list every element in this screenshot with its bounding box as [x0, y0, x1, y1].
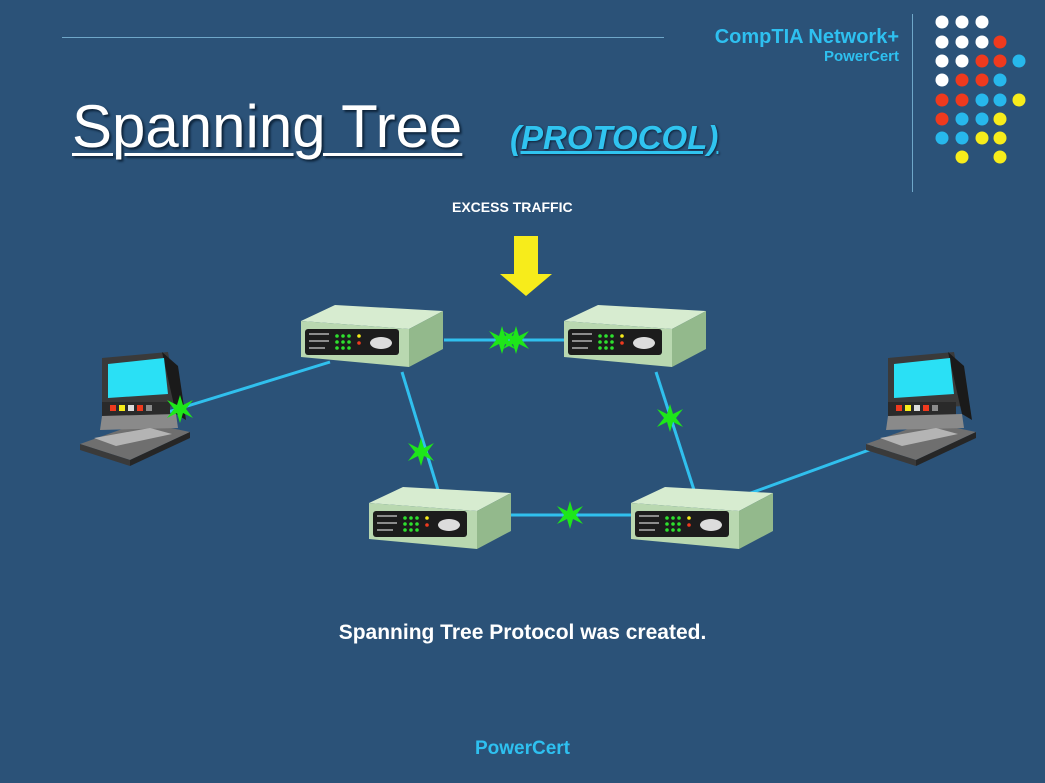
switch-bottom-right — [631, 487, 773, 549]
link-left-vertical — [400, 371, 440, 491]
link-left-computer-to-switch — [167, 360, 331, 414]
switch-bottom-left — [369, 487, 511, 549]
link-right-switch-to-computer — [747, 444, 881, 496]
branding-dot-grid — [935, 15, 1026, 164]
computer-right — [866, 352, 976, 466]
excess-traffic-arrow — [500, 236, 552, 296]
collision-marker-right-vertical — [657, 404, 683, 432]
network-diagram — [80, 15, 1026, 549]
slide-caption: Spanning Tree Protocol was created. — [338, 621, 707, 644]
link-right-vertical — [654, 371, 696, 491]
footer-brand: PowerCert — [474, 738, 571, 759]
switch-top-right — [564, 305, 706, 367]
switch-top-left — [301, 305, 443, 367]
